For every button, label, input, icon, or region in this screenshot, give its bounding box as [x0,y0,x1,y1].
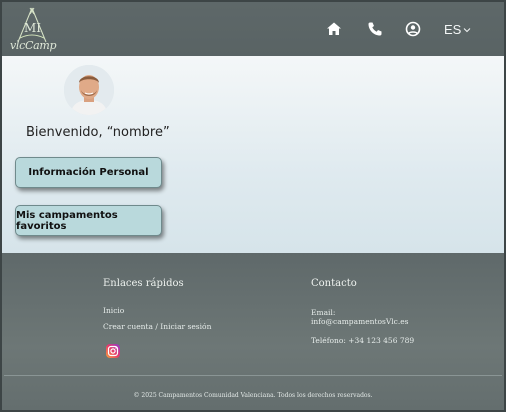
site-header: MI vlcCamp ES [2,2,504,56]
personal-info-button[interactable]: Información Personal [15,157,162,188]
site-footer: Enlaces rápidos Inicio Crear cuenta / In… [2,253,504,410]
user-photo [64,65,114,115]
language-selector[interactable]: ES [444,22,471,37]
phone-icon[interactable] [367,21,385,39]
profile-section: Bienvenido, “nombre” Información Persona… [2,56,504,253]
footer-link-account[interactable]: Crear cuenta / Iniciar sesión [103,322,211,331]
instagram-icon[interactable] [106,344,120,358]
language-label: ES [444,22,462,37]
contact-email-label: Email: [311,308,336,317]
user-circle-icon[interactable] [405,21,423,39]
footer-link-home[interactable]: Inicio [103,306,124,315]
logo-text: vlcCamp [10,39,57,52]
welcome-message: Bienvenido, “nombre” [26,125,170,140]
contact-title: Contacto [311,278,357,289]
footer-divider [4,375,502,376]
logo-letters: MI [24,21,42,35]
chevron-down-icon [463,27,471,32]
favorite-camps-button[interactable]: Mis campamentos favoritos [15,205,162,236]
quick-links-title: Enlaces rápidos [103,278,184,289]
home-icon[interactable] [326,21,344,39]
contact-email[interactable]: info@campamentosVlc.es [311,317,409,326]
avatar [64,65,114,115]
contact-phone: Teléfono: +34 123 456 789 [311,336,415,345]
copyright: © 2025 Campamentos Comunidad Valenciana.… [133,392,373,399]
